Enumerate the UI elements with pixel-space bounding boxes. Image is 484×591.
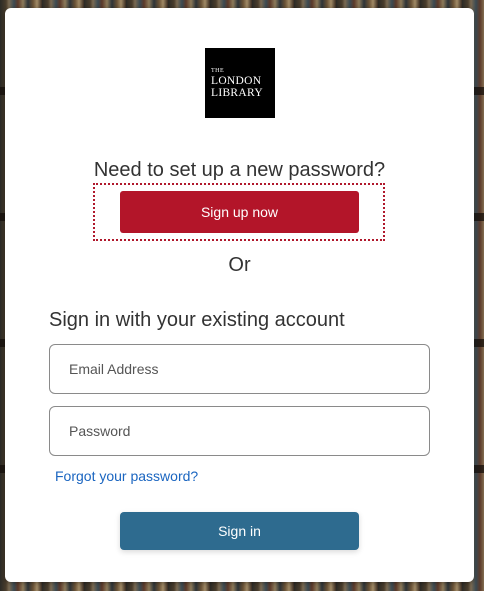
login-card: THE LONDON LIBRARY Need to set up a new … <box>5 8 474 582</box>
signup-headline: Need to set up a new password? <box>93 159 386 181</box>
sign-in-button[interactable]: Sign in <box>120 512 359 550</box>
sign-up-button[interactable]: Sign up now <box>120 191 359 233</box>
password-field[interactable] <box>49 406 430 456</box>
logo-line-library: LIBRARY <box>211 86 263 99</box>
logo-line-london: LONDON <box>211 74 262 87</box>
signin-heading: Sign in with your existing account <box>49 309 345 331</box>
or-divider: Or <box>228 254 251 276</box>
email-field[interactable] <box>49 344 430 394</box>
logo-line-the: THE <box>211 67 225 74</box>
london-library-logo: THE LONDON LIBRARY <box>205 48 275 118</box>
forgot-password-link[interactable]: Forgot your password? <box>55 468 198 484</box>
